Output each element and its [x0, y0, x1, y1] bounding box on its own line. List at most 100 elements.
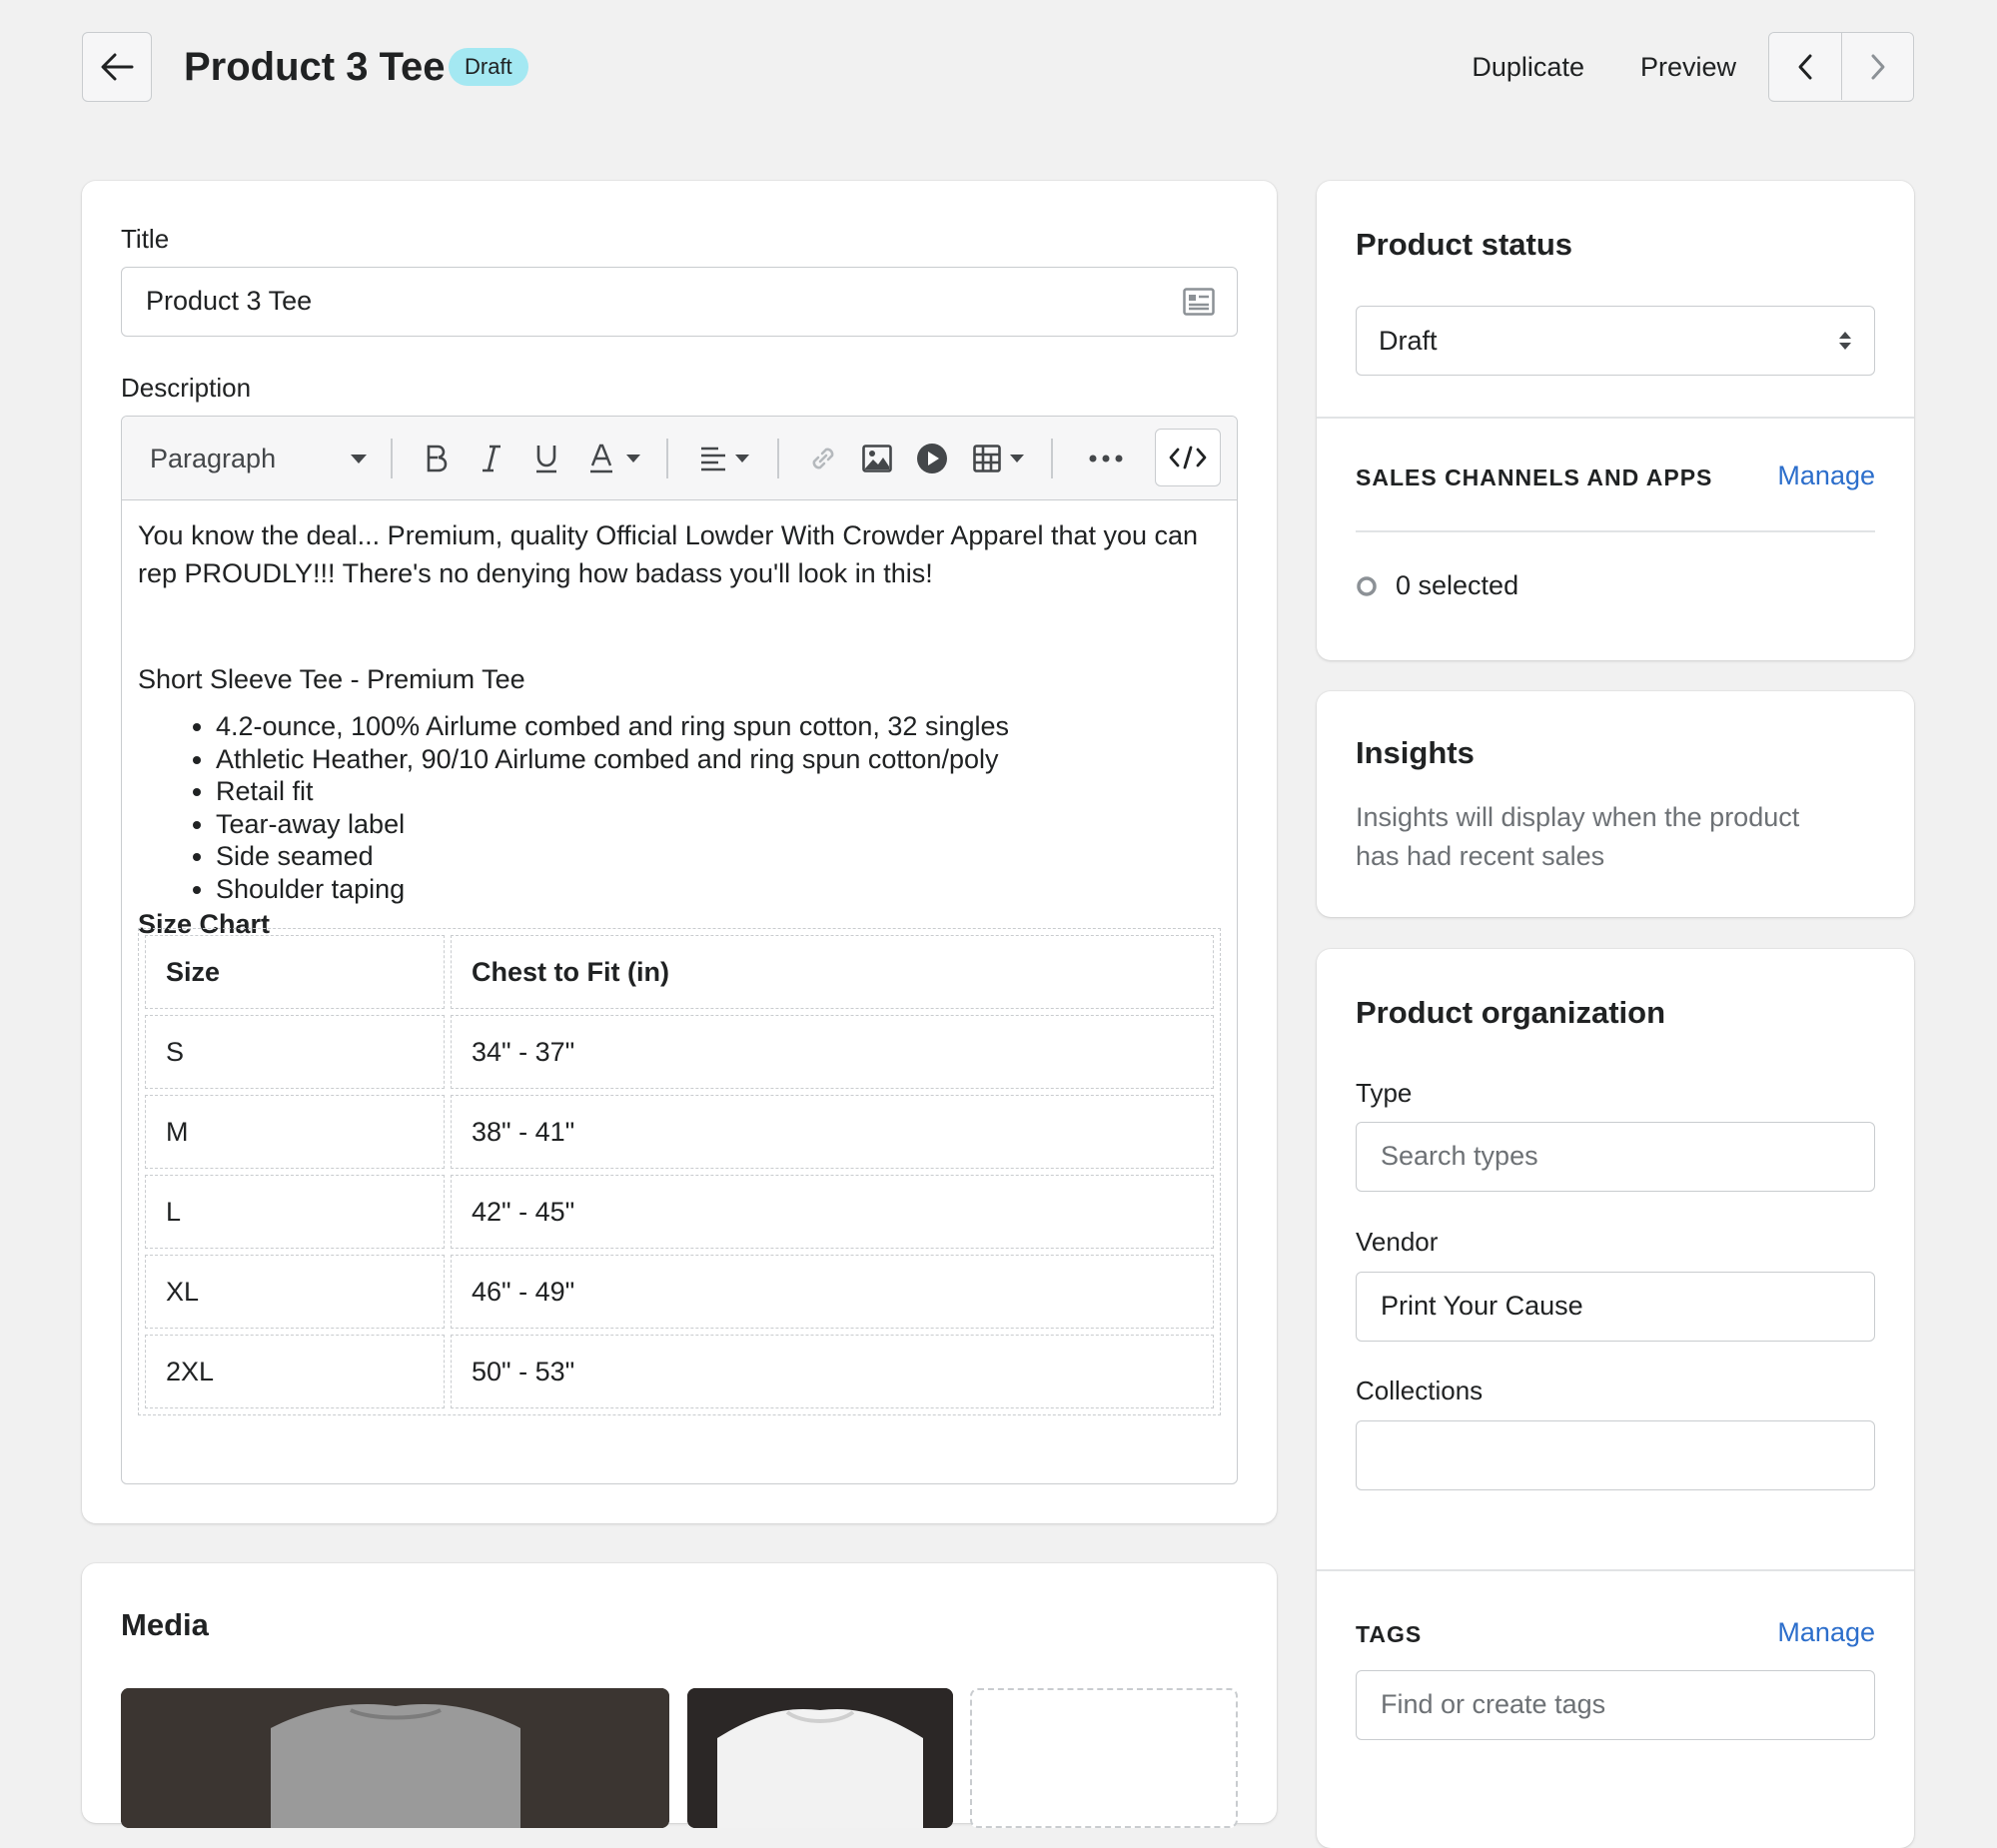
- align-left-icon: [701, 447, 725, 471]
- list-item: Retail fit: [216, 775, 1217, 808]
- arrow-left-icon: [101, 53, 134, 81]
- paragraph-format-label: Paragraph: [150, 443, 277, 473]
- insert-table-button[interactable]: [963, 417, 1035, 500]
- collections-input[interactable]: [1356, 1420, 1875, 1490]
- description-subtitle: Short Sleeve Tee - Premium Tee: [138, 664, 525, 694]
- table-icon: [973, 445, 1001, 472]
- selected-count: 0 selected: [1396, 570, 1519, 600]
- product-status-value: Draft: [1379, 326, 1438, 356]
- list-item: Side seamed: [216, 840, 1217, 873]
- insert-image-button[interactable]: [852, 417, 902, 500]
- table-row: M 38" - 41": [145, 1095, 1214, 1169]
- table-header-row: Size Chest to Fit (in): [145, 935, 1214, 1009]
- image-icon: [862, 445, 892, 472]
- type-search-input[interactable]: Search types: [1356, 1122, 1875, 1192]
- page-header: Product 3 Tee Draft Duplicate Preview: [82, 32, 1914, 102]
- table-row: 2XL 50" - 53": [145, 1335, 1214, 1408]
- duplicate-button[interactable]: Duplicate: [1472, 32, 1584, 102]
- table-cell: 50" - 53": [451, 1335, 1214, 1408]
- table-cell: 42" - 45": [451, 1175, 1214, 1249]
- more-options-button[interactable]: [1071, 417, 1141, 500]
- add-media-dropzone[interactable]: [970, 1688, 1238, 1828]
- vendor-input[interactable]: Print Your Cause: [1356, 1272, 1875, 1342]
- insights-card: Insights Insights will display when the …: [1317, 691, 1914, 917]
- media-title: Media: [121, 1607, 209, 1642]
- editor-content[interactable]: You know the deal... Premium, quality Of…: [138, 516, 1217, 943]
- title-value: Product 3 Tee: [146, 286, 313, 316]
- product-details-card: Title Product 3 Tee Description Paragrap…: [82, 181, 1277, 1523]
- manage-tags-link[interactable]: Manage: [1777, 1617, 1875, 1648]
- next-product-button[interactable]: [1841, 33, 1913, 100]
- toolbar-divider: [666, 439, 668, 478]
- table-cell: L: [145, 1175, 445, 1249]
- table-cell: S: [145, 1015, 445, 1089]
- bold-icon: [427, 445, 448, 472]
- preview-button[interactable]: Preview: [1640, 32, 1736, 102]
- bold-button[interactable]: [412, 417, 462, 500]
- section-divider: [1356, 530, 1875, 532]
- size-chart-table: Size Chest to Fit (in) S 34" - 37" M 38"…: [138, 928, 1221, 1415]
- id-card-icon: [1183, 288, 1215, 316]
- tshirt-image: [121, 1688, 669, 1828]
- insights-text-line2: has had recent sales: [1356, 841, 1605, 871]
- toolbar-divider: [1051, 439, 1053, 478]
- underline-button[interactable]: [521, 417, 571, 500]
- table-row: S 34" - 37": [145, 1015, 1214, 1089]
- collections-label: Collections: [1356, 1376, 1484, 1405]
- media-thumbnail[interactable]: [121, 1688, 669, 1828]
- tags-heading: TAGS: [1356, 1621, 1423, 1647]
- sales-channels-summary: 0 selected: [1356, 570, 1518, 601]
- description-label: Description: [121, 373, 252, 403]
- manage-sales-channels-link[interactable]: Manage: [1777, 461, 1875, 491]
- tags-input[interactable]: Find or create tags: [1356, 1670, 1875, 1740]
- underline-icon: [536, 446, 556, 473]
- media-thumbnail[interactable]: [687, 1688, 953, 1828]
- italic-icon: [483, 445, 500, 472]
- table-cell: 46" - 49": [451, 1255, 1214, 1329]
- play-circle-icon: [917, 444, 947, 473]
- toolbar-divider: [777, 439, 779, 478]
- product-organization-title: Product organization: [1356, 995, 1665, 1030]
- link-icon: [812, 448, 834, 469]
- back-button[interactable]: [82, 32, 152, 102]
- select-arrows-icon: [1839, 332, 1851, 350]
- table-cell: 34" - 37": [451, 1015, 1214, 1089]
- table-cell: XL: [145, 1255, 445, 1329]
- editor-toolbar: Paragraph: [122, 417, 1237, 500]
- caret-down-icon: [626, 455, 640, 462]
- header-actions: Duplicate Preview: [1472, 32, 1914, 102]
- list-item: Tear-away label: [216, 808, 1217, 841]
- table-header-cell: Size: [145, 935, 445, 1009]
- chevron-right-icon: [1871, 54, 1884, 79]
- list-item: 4.2-ounce, 100% Airlume combed and ring …: [216, 710, 1217, 743]
- description-intro: You know the deal... Premium, quality Of…: [138, 520, 1199, 588]
- caret-down-icon: [351, 455, 367, 463]
- product-status-card: Product status Draft SALES CHANNELS AND …: [1317, 181, 1914, 660]
- table-cell: 38" - 41": [451, 1095, 1214, 1169]
- italic-button[interactable]: [467, 417, 516, 500]
- tshirt-image: [687, 1688, 953, 1828]
- description-editor[interactable]: Paragraph You know the deal... Premium, …: [121, 416, 1238, 1484]
- title-input[interactable]: Product 3 Tee: [121, 267, 1238, 337]
- previous-product-button[interactable]: [1769, 33, 1841, 100]
- insights-text-line1: Insights will display when the product: [1356, 802, 1800, 832]
- list-item: Shoulder taping: [216, 873, 1217, 906]
- product-status-select[interactable]: Draft: [1356, 306, 1875, 376]
- align-button[interactable]: [689, 417, 761, 500]
- code-icon: [1169, 446, 1207, 469]
- text-color-icon: [590, 444, 612, 473]
- table-cell: 2XL: [145, 1335, 445, 1408]
- type-label: Type: [1356, 1078, 1413, 1108]
- code-view-button[interactable]: [1155, 429, 1221, 486]
- vendor-label: Vendor: [1356, 1227, 1439, 1257]
- paragraph-format-select[interactable]: Paragraph: [144, 417, 374, 500]
- table-row: L 42" - 45": [145, 1175, 1214, 1249]
- insert-video-button[interactable]: [907, 417, 957, 500]
- more-horizontal-icon: [1089, 455, 1123, 462]
- title-label: Title: [121, 224, 170, 254]
- chevron-left-icon: [1798, 54, 1812, 79]
- product-status-title: Product status: [1356, 227, 1573, 262]
- text-color-button[interactable]: [579, 417, 651, 500]
- link-button[interactable]: [798, 417, 848, 500]
- status-badge: Draft: [449, 48, 528, 86]
